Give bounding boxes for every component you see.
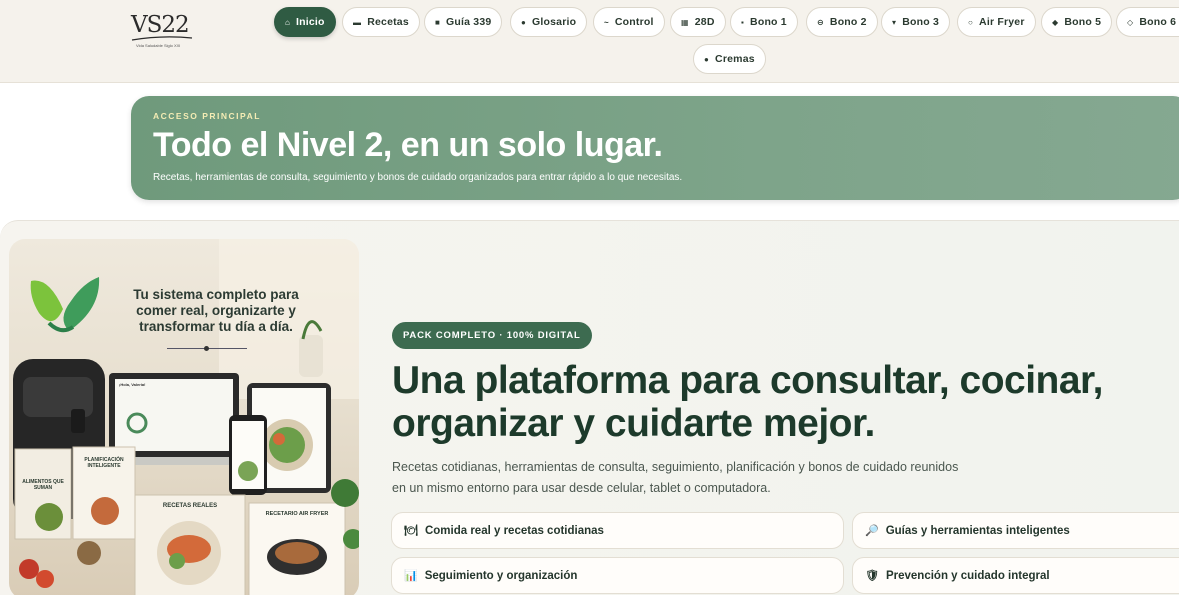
nav-label: Bono 2 (829, 16, 867, 28)
cream-icon: ● (704, 54, 710, 64)
home-icon: ⌂ (285, 17, 291, 27)
product-tagline: Tu sistema completo para comer real, org… (133, 287, 299, 334)
nav-item-recetas[interactable]: ▬ Recetas (342, 7, 420, 37)
product-pack-image: Tu sistema completo para comer real, org… (9, 239, 359, 595)
book-title-air-fryer: RECETARIO AIR FRYER (265, 511, 329, 517)
nav-label: Inicio (296, 16, 325, 28)
nav-label: Cremas (715, 53, 755, 65)
bonus-dot-icon: ▪ (741, 17, 745, 27)
nav-item-inicio[interactable]: ⌂ Inicio (274, 7, 336, 37)
laptop-greeting: ¡Hola, Valeria! (119, 382, 146, 387)
pack-badge: PACK COMPLETO · 100% DIGITAL (392, 322, 592, 349)
nav-item-guia-339[interactable]: ■ Guía 339 (424, 7, 503, 37)
air-fryer-icon: ○ (968, 17, 974, 27)
feature-guias[interactable]: 🔎 Guías y herramientas inteligentes (852, 512, 1179, 549)
feature-label: Prevención y cuidado integral (885, 569, 1050, 582)
nav-label: Bono 1 (750, 16, 787, 28)
book-title-planificacion: PLANIFICACIÓN INTELIGENTE (84, 457, 124, 469)
feature-comida-real[interactable]: 🍽 Comida real y recetas cotidianas (391, 512, 844, 549)
nav-label: Control (614, 16, 654, 28)
glossary-icon: ● (521, 17, 527, 27)
utensils-icon: 🍽 (404, 525, 418, 537)
feature-label: Guías y herramientas inteligentes (885, 524, 1070, 537)
nav-item-control[interactable]: ~ Control (593, 7, 665, 37)
nav-item-bono-1[interactable]: ▪ Bono 1 (730, 7, 798, 37)
book-title-recetas-reales: RECETAS REALES (162, 503, 218, 509)
bonus-diamond-outline-icon: ◇ (1127, 17, 1134, 27)
nav-label: Recetas (367, 16, 409, 28)
nav-item-cremas[interactable]: ● Cremas (693, 44, 766, 74)
control-icon: ~ (604, 17, 609, 27)
access-banner[interactable]: ACCESO PRINCIPAL Todo el Nivel 2, en un … (131, 96, 1179, 200)
nav-label: Air Fryer (979, 16, 1025, 28)
nav-item-bono-3[interactable]: ▾ Bono 3 (881, 7, 950, 37)
logo-subtitle: Vida Saludable Siglo XXI (136, 43, 181, 48)
feature-label: Comida real y recetas cotidianas (424, 524, 604, 537)
feature-label: Seguimiento y organización (424, 569, 578, 582)
hero-headline: Una plataforma para consultar, cocinar, … (392, 359, 1103, 445)
bonus-diamond-icon: ◆ (1052, 17, 1059, 27)
nav-item-bono-5[interactable]: ◆ Bono 5 (1041, 7, 1113, 37)
vs22-logo[interactable]: VS22 Vida Saludable Siglo XXI (130, 12, 196, 48)
book-icon: ▬ (353, 17, 362, 27)
nav-item-bono-2[interactable]: ⊖ Bono 2 (806, 7, 878, 37)
bar-chart-icon: 📊 (404, 570, 418, 582)
nav-label: Glosario (532, 16, 577, 28)
tagline-divider-dot (204, 346, 209, 351)
banner-subtitle: Recetas, herramientas de consulta, segui… (153, 172, 683, 183)
nav-label: 28D (694, 16, 715, 28)
bonus-triangle-icon: ▾ (892, 17, 897, 27)
banner-title: Todo el Nivel 2, en un solo lugar. (153, 126, 663, 164)
nav-label: Guía 339 (446, 16, 492, 28)
magnifier-icon: 🔎 (865, 525, 879, 537)
nav-label: Bono 3 (902, 16, 939, 28)
nav-item-air-fryer[interactable]: ○ Air Fryer (957, 7, 1036, 37)
nav-item-bono-6[interactable]: ◇ Bono 6 (1116, 7, 1179, 37)
nav-item-glosario[interactable]: ● Glosario (510, 7, 588, 37)
book-title-alimentos: ALIMENTOS QUE SUMAN (22, 479, 64, 491)
calendar-icon: ▦ (681, 17, 689, 27)
nav-label: Bono 5 (1064, 16, 1102, 28)
guide-icon: ■ (435, 17, 441, 27)
hero-description: Recetas cotidianas, herramientas de cons… (392, 460, 959, 495)
top-header: VS22 Vida Saludable Siglo XXI ⌂ Inicio ▬… (0, 0, 1179, 83)
bonus-circle-icon: ⊖ (817, 17, 824, 27)
nav-label: Bono 6 (1139, 16, 1177, 28)
feature-prevencion[interactable]: 🛡 Prevención y cuidado integral (852, 557, 1179, 594)
shield-icon: 🛡 (865, 570, 879, 582)
banner-eyebrow: ACCESO PRINCIPAL (153, 111, 261, 121)
feature-seguimiento[interactable]: 📊 Seguimiento y organización (391, 557, 844, 594)
nav-item-28d[interactable]: ▦ 28D (670, 7, 726, 37)
